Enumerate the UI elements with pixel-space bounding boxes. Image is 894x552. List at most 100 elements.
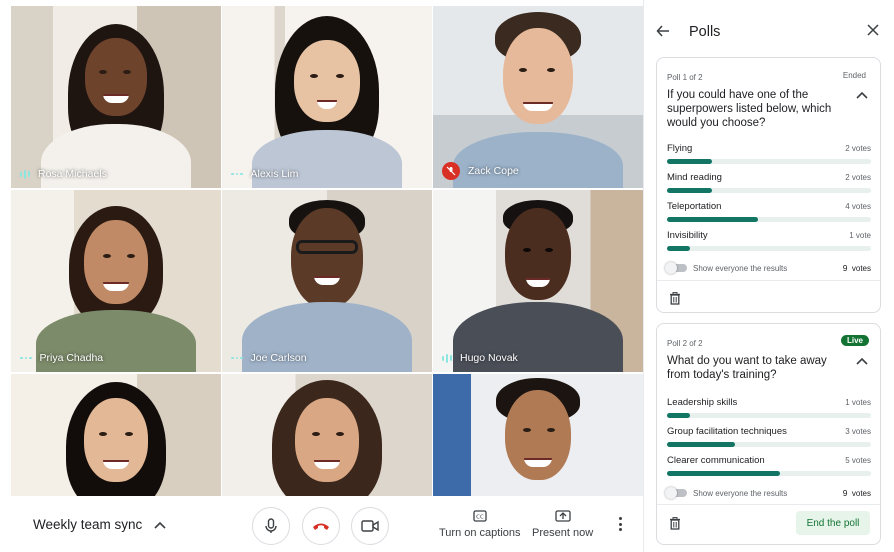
video-tile[interactable] — [11, 374, 221, 496]
poll-status: Ended — [842, 71, 866, 80]
live-badge: Live — [840, 335, 869, 346]
show-results-row: Show everyone the results 9 votes — [665, 262, 871, 274]
show-results-row: Show everyone the results 9 votes — [665, 487, 871, 499]
captions-label: Turn on captions — [439, 527, 521, 539]
option-label: Clearer communication — [667, 455, 765, 466]
participant-label: Joe Carlson — [231, 352, 307, 364]
result-bar — [667, 217, 871, 222]
option-votes: 1 vote — [849, 231, 871, 240]
panel-title: Polls — [689, 24, 721, 40]
option-votes: 2 votes — [845, 144, 871, 153]
meeting-controls-bar: Weekly team sync CC Turn on captions Pre… — [11, 496, 643, 552]
option-label: Leadership skills — [667, 397, 738, 408]
end-call-icon — [313, 523, 329, 530]
mic-off-icon — [442, 162, 460, 180]
option-label: Group facilitation techniques — [667, 426, 787, 437]
participant-name: Priya Chadha — [39, 352, 104, 364]
poll-counter: Poll 1 of 2 — [667, 73, 703, 82]
show-results-label: Show everyone the results — [693, 488, 788, 498]
speaking-indicator-icon — [20, 169, 30, 179]
participant-label: Zack Cope — [442, 162, 519, 180]
total-votes: 9 votes — [842, 488, 871, 498]
video-tile[interactable]: Zack Cope — [433, 6, 643, 188]
svg-text:CC: CC — [476, 515, 484, 521]
meeting-details-toggle[interactable]: Weekly team sync — [33, 517, 166, 532]
poll-option: Flying 2 votes — [667, 143, 871, 164]
result-bar — [667, 246, 871, 251]
captions-button[interactable]: CC Turn on captions — [439, 510, 521, 539]
total-votes: 9 votes — [842, 263, 871, 273]
polls-panel: Polls Poll 1 of 2 Ended If you could hav… — [643, 0, 894, 552]
video-tile[interactable]: Priya Chadha — [11, 190, 221, 372]
video-grid: Rosa Michaels Alexis Lim Zack Cope Priya… — [11, 6, 643, 496]
poll-option: Mind reading 2 votes — [667, 172, 871, 193]
participant-label: Hugo Novak — [442, 352, 518, 364]
participant-name: Alexis Lim — [250, 168, 299, 180]
result-bar — [667, 442, 871, 447]
poll-option: Group facilitation techniques 3 votes — [667, 426, 871, 447]
option-label: Teleportation — [667, 201, 722, 212]
idle-indicator-icon — [231, 172, 243, 176]
back-arrow-icon[interactable] — [656, 25, 670, 37]
poll-counter: Poll 2 of 2 — [667, 339, 703, 348]
delete-icon[interactable] — [669, 517, 681, 530]
participant-label: Rosa Michaels — [20, 168, 107, 180]
option-votes: 5 votes — [845, 456, 871, 465]
camera-button[interactable] — [351, 507, 389, 545]
participant-name: Zack Cope — [468, 165, 519, 177]
present-now-button[interactable]: Present now — [532, 510, 593, 539]
more-options-icon[interactable] — [619, 517, 622, 531]
option-votes: 4 votes — [845, 202, 871, 211]
participant-label: Priya Chadha — [20, 352, 103, 364]
captions-icon: CC — [473, 510, 487, 522]
result-bar — [667, 188, 871, 193]
delete-icon[interactable] — [669, 292, 681, 305]
divider — [657, 504, 880, 505]
end-call-button[interactable] — [302, 507, 340, 545]
result-bar — [667, 159, 871, 164]
chevron-up-icon — [154, 521, 166, 529]
panel-header: Polls — [644, 0, 894, 56]
chevron-up-icon[interactable] — [856, 91, 868, 99]
divider — [657, 280, 880, 281]
present-icon — [554, 510, 571, 522]
poll-card: Poll 2 of 2 Live What do you want to tak… — [656, 323, 881, 545]
idle-indicator-icon — [231, 356, 243, 360]
chevron-up-icon[interactable] — [856, 357, 868, 365]
result-bar — [667, 471, 871, 476]
microphone-button[interactable] — [252, 507, 290, 545]
present-label: Present now — [532, 527, 594, 539]
option-votes: 2 votes — [845, 173, 871, 182]
speaking-indicator-icon — [442, 353, 452, 363]
poll-option: Teleportation 4 votes — [667, 201, 871, 222]
poll-option: Invisibility 1 vote — [667, 230, 871, 251]
option-label: Flying — [667, 143, 693, 154]
video-tile[interactable] — [433, 374, 643, 496]
participant-label: Alexis Lim — [231, 168, 298, 180]
show-results-label: Show everyone the results — [693, 263, 788, 273]
idle-indicator-icon — [20, 356, 32, 360]
video-tile[interactable]: Hugo Novak — [433, 190, 643, 372]
camera-icon — [361, 520, 379, 532]
show-results-toggle[interactable] — [665, 262, 687, 274]
video-tile[interactable]: Rosa Michaels — [11, 6, 221, 188]
option-label: Mind reading — [667, 172, 722, 183]
video-tile[interactable]: Joe Carlson — [222, 190, 432, 372]
participant-name: Hugo Novak — [460, 352, 518, 364]
show-results-toggle[interactable] — [665, 487, 687, 499]
video-tile[interactable] — [222, 374, 432, 496]
option-label: Invisibility — [667, 230, 708, 241]
end-poll-button[interactable]: End the poll — [796, 511, 870, 535]
option-votes: 3 votes — [845, 427, 871, 436]
poll-option: Leadership skills 1 votes — [667, 397, 871, 418]
participant-name: Joe Carlson — [250, 352, 307, 364]
poll-card: Poll 1 of 2 Ended If you could have one … — [656, 57, 881, 313]
video-tile[interactable]: Alexis Lim — [222, 6, 432, 188]
participant-name: Rosa Michaels — [38, 168, 107, 180]
close-icon[interactable] — [867, 24, 879, 36]
poll-option: Clearer communication 5 votes — [667, 455, 871, 476]
poll-question: If you could have one of the superpowers… — [667, 89, 832, 129]
poll-question: What do you want to take away from today… — [667, 355, 827, 381]
meeting-title: Weekly team sync — [33, 517, 143, 532]
microphone-icon — [265, 518, 277, 533]
